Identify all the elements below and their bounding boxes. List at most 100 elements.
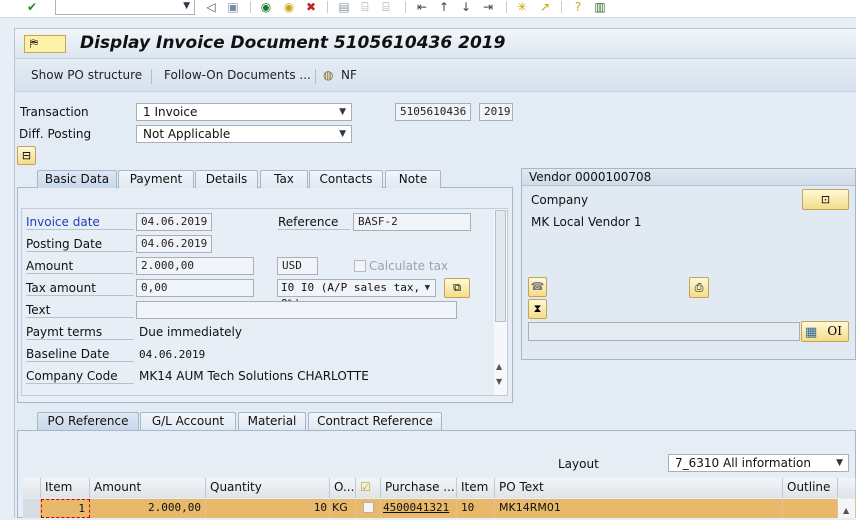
transaction-value: 1 Invoice — [143, 105, 198, 119]
tab-gl-account[interactable]: G/L Account — [140, 412, 236, 430]
first-page-icon[interactable]: ⇤ — [414, 0, 430, 14]
tab-details[interactable]: Details — [195, 170, 258, 188]
scroll-up-icon[interactable]: ▲ — [843, 502, 849, 520]
chevron-down-icon[interactable]: ▼ — [836, 455, 843, 471]
row-selector-header[interactable] — [23, 478, 41, 498]
new-session-icon[interactable]: ✳ — [514, 0, 530, 14]
tax-details-button[interactable]: ⧉ — [444, 278, 470, 298]
vendor-master-icon: ⊡ — [820, 193, 831, 206]
paymt-terms-label: Paymt terms — [26, 325, 134, 340]
separator — [250, 1, 251, 13]
currency-field: USD — [277, 257, 318, 275]
row-checkbox[interactable] — [363, 502, 374, 513]
toggle-worklist-button[interactable]: ⊟ — [17, 146, 36, 165]
open-items-button[interactable]: ▦ OI — [801, 321, 849, 342]
column-header-amount[interactable]: Amount — [90, 478, 206, 498]
baseline-date-label: Baseline Date — [26, 347, 134, 362]
tab-po-reference[interactable]: PO Reference — [37, 412, 139, 430]
chevron-down-icon[interactable]: ▼ — [339, 126, 346, 142]
phone-icon: ☎ — [530, 280, 545, 293]
column-header-outline[interactable]: Outline A — [783, 478, 838, 513]
exit-icon[interactable]: ◉ — [281, 0, 297, 14]
nf-button[interactable]: NF — [341, 68, 357, 82]
scroll-up-icon[interactable]: ▲ — [496, 362, 502, 371]
enter-icon[interactable]: ✔ — [24, 0, 40, 14]
calculate-tax-label: Calculate tax — [369, 259, 449, 273]
scroll-down-icon[interactable]: ▼ — [496, 377, 502, 386]
company-code-label: Company Code — [26, 369, 134, 384]
chevron-down-icon[interactable]: ▼ — [425, 280, 430, 296]
cell-po-item[interactable]: 10 — [457, 499, 495, 518]
column-header-po-item[interactable]: Item — [457, 478, 495, 498]
column-header-check[interactable]: ☑ — [356, 478, 381, 498]
cell-purchase-order-link[interactable]: 4500041321 — [381, 499, 457, 518]
invoice-date-label: Invoice date — [26, 215, 134, 230]
tab-contacts[interactable]: Contacts — [309, 170, 383, 188]
cell-unit[interactable]: KG — [330, 499, 356, 518]
shortcut-icon[interactable]: ↗ — [537, 0, 553, 14]
invoice-date-field: 04.06.2019 — [136, 213, 212, 231]
column-header-item[interactable]: Item — [41, 478, 90, 498]
fax-button[interactable]: ⧗ — [528, 299, 547, 319]
tab-note[interactable]: Note — [385, 170, 441, 188]
table-settings-button[interactable] — [838, 478, 856, 498]
transaction-label: Transaction — [20, 105, 89, 119]
column-header-order-unit[interactable]: O... — [330, 478, 356, 498]
print-vendor-button[interactable]: ⎙ — [689, 277, 709, 298]
cancel-icon[interactable]: ✖ — [303, 0, 319, 14]
back-nav-icon[interactable]: ◁ — [203, 0, 219, 14]
show-po-structure-button[interactable]: Show PO structure — [31, 68, 142, 82]
tax-code-dropdown[interactable]: I0 I0 (A/P sales tax, 0%) ▼ — [277, 279, 436, 310]
tab-material[interactable]: Material — [238, 412, 306, 430]
cell-po-text[interactable]: MK14RM01 — [495, 499, 783, 518]
diff-posting-value: Not Applicable — [143, 127, 231, 141]
column-header-purchase-order[interactable]: Purchase ... — [381, 478, 457, 498]
help-icon[interactable]: ? — [570, 0, 586, 14]
printer-icon: ⎙ — [694, 281, 704, 294]
reference-field: BASF-2 — [353, 213, 471, 231]
tab-payment[interactable]: Payment — [118, 170, 194, 188]
calculate-tax-checkbox[interactable] — [354, 260, 366, 272]
column-header-po-text[interactable]: PO Text — [495, 478, 783, 498]
cell-outline[interactable] — [783, 499, 838, 518]
customize-layout-icon[interactable]: ▥ — [592, 0, 608, 14]
layout-dropdown[interactable]: 7_6310 All information ▼ — [668, 454, 849, 472]
separator — [151, 69, 152, 84]
chevron-down-icon[interactable]: ▼ — [183, 1, 190, 11]
tab-basic-data[interactable]: Basic Data — [37, 170, 117, 188]
vendor-line-2: MK Local Vendor 1 — [531, 215, 642, 229]
diff-posting-label: Diff. Posting — [19, 127, 92, 141]
diff-posting-dropdown[interactable]: Not Applicable ▼ — [136, 125, 352, 143]
vertical-scrollbar[interactable]: ▲ ▼ — [494, 209, 507, 395]
phone-button[interactable]: ☎ — [528, 277, 547, 297]
cell-quantity[interactable]: 10 — [206, 499, 330, 518]
cell-check[interactable] — [356, 499, 381, 518]
copy-icon: ⧉ — [453, 281, 461, 294]
find-next-icon[interactable]: ⌸ — [378, 0, 394, 14]
last-page-icon[interactable]: ⇥ — [480, 0, 496, 14]
transaction-menu-icon[interactable]: ⛿ — [24, 35, 66, 53]
print-icon[interactable]: ▤ — [336, 0, 352, 14]
save-icon[interactable]: ▣ — [225, 0, 241, 14]
row-selector[interactable] — [23, 499, 41, 518]
command-field[interactable]: ▼ — [55, 0, 195, 15]
cell-amount[interactable]: 2.000,00 — [90, 499, 206, 518]
layout-value: 7_6310 All information — [675, 456, 811, 470]
column-header-quantity[interactable]: Quantity — [206, 478, 330, 498]
next-page-icon[interactable]: ↓ — [458, 0, 474, 14]
vendor-master-button[interactable]: ⊡ — [802, 189, 849, 210]
tab-contract-reference[interactable]: Contract Reference — [308, 412, 442, 430]
back-icon[interactable]: ◉ — [258, 0, 274, 14]
chevron-down-icon[interactable]: ▼ — [339, 104, 346, 120]
fiscal-year-field: 2019 — [479, 103, 513, 121]
transaction-dropdown[interactable]: 1 Invoice ▼ — [136, 103, 352, 121]
table-scrollbar[interactable]: ▲ — [838, 499, 856, 518]
follow-on-documents-button[interactable]: Follow-On Documents ... — [164, 68, 311, 82]
layout-label: Layout — [558, 457, 599, 471]
tab-tax[interactable]: Tax — [260, 170, 308, 188]
find-icon[interactable]: ⌸ — [357, 0, 373, 14]
cell-item[interactable]: 1 — [41, 499, 90, 518]
scrollbar-thumb[interactable] — [495, 210, 506, 322]
page-title: Display Invoice Document 5105610436 2019 — [80, 33, 506, 53]
previous-page-icon[interactable]: ↑ — [436, 0, 452, 14]
